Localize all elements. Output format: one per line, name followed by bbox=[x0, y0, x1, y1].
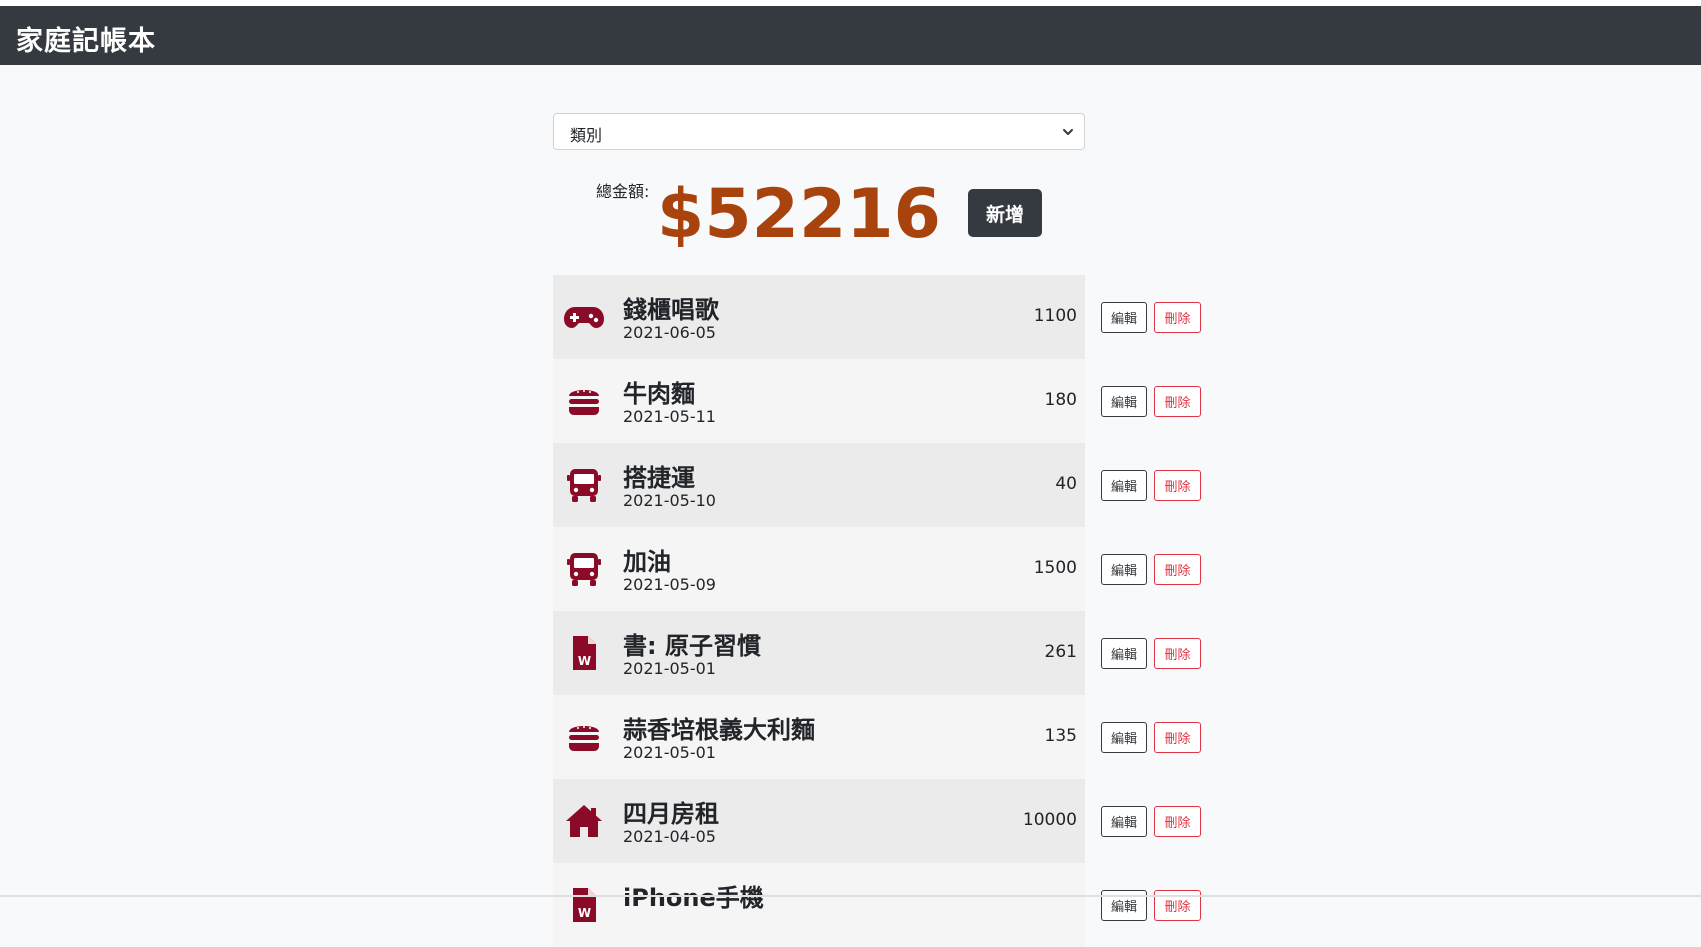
delete-button[interactable]: 刪除 bbox=[1154, 722, 1201, 753]
delete-button[interactable]: 刪除 bbox=[1154, 638, 1201, 669]
record-card: 加油 2021-05-09 1500 bbox=[553, 527, 1085, 611]
record-card: 四月房租 2021-04-05 10000 bbox=[553, 779, 1085, 863]
category-select[interactable]: 類別 bbox=[553, 113, 1085, 150]
gamepad-icon bbox=[563, 297, 605, 337]
home-icon bbox=[563, 801, 605, 841]
record-card: WiPhone手機 bbox=[553, 863, 1085, 947]
record-title: 加油 bbox=[623, 548, 671, 576]
record-date: 2021-05-01 bbox=[623, 743, 716, 762]
record-list: 錢櫃唱歌 2021-06-05 1100 編輯 刪除 牛肉麵 2021-05-11 180 編輯… bbox=[553, 275, 1253, 947]
record-date: 2021-05-09 bbox=[623, 575, 716, 594]
record-card: W 書: 原子習慣 2021-05-01 261 bbox=[553, 611, 1085, 695]
record-row: W 書: 原子習慣 2021-05-01 261 編輯 刪除 bbox=[553, 611, 1253, 695]
record-amount: 40 bbox=[1055, 474, 1077, 494]
delete-button[interactable]: 刪除 bbox=[1154, 806, 1201, 837]
record-row: 牛肉麵 2021-05-11 180 編輯 刪除 bbox=[553, 359, 1253, 443]
edit-button[interactable]: 編輯 bbox=[1101, 302, 1147, 333]
record-row: WiPhone手機 編輯 刪除 bbox=[553, 863, 1253, 947]
category-select-value: 類別 bbox=[570, 126, 603, 145]
bus-icon bbox=[563, 549, 605, 589]
record-amount: 10000 bbox=[1022, 810, 1077, 830]
total-label: 總金額: bbox=[596, 182, 650, 201]
record-date: 2021-04-05 bbox=[623, 827, 716, 846]
record-date: 2021-06-05 bbox=[623, 323, 716, 342]
record-title: 蒜香培根義大利麵 bbox=[623, 716, 815, 744]
word-file-icon: W bbox=[563, 633, 605, 673]
record-title: 搭捷運 bbox=[623, 464, 695, 492]
bus-icon bbox=[563, 465, 605, 505]
edit-button[interactable]: 編輯 bbox=[1101, 806, 1147, 837]
hamburger-icon bbox=[563, 381, 605, 421]
total-amount: $52216 bbox=[657, 175, 941, 254]
delete-button[interactable]: 刪除 bbox=[1154, 302, 1201, 333]
svg-text:W: W bbox=[578, 906, 591, 920]
record-row: 加油 2021-05-09 1500 編輯 刪除 bbox=[553, 527, 1253, 611]
record-date: 2021-05-10 bbox=[623, 491, 716, 510]
record-row: 蒜香培根義大利麵 2021-05-01 135 編輯 刪除 bbox=[553, 695, 1253, 779]
navbar: 家庭記帳本 bbox=[0, 6, 1701, 65]
record-amount: 180 bbox=[1044, 390, 1077, 410]
app-title[interactable]: 家庭記帳本 bbox=[16, 19, 156, 58]
record-date: 2021-05-01 bbox=[623, 659, 716, 678]
record-row: 搭捷運 2021-05-10 40 編輯 刪除 bbox=[553, 443, 1253, 527]
record-title: 牛肉麵 bbox=[623, 380, 695, 408]
record-title: 錢櫃唱歌 bbox=[623, 296, 719, 324]
edit-button[interactable]: 編輯 bbox=[1101, 554, 1147, 585]
delete-button[interactable]: 刪除 bbox=[1154, 554, 1201, 585]
edit-button[interactable]: 編輯 bbox=[1101, 638, 1147, 669]
chevron-down-icon bbox=[1063, 129, 1073, 135]
delete-button[interactable]: 刪除 bbox=[1154, 470, 1201, 501]
delete-button[interactable]: 刪除 bbox=[1154, 386, 1201, 417]
record-row: 錢櫃唱歌 2021-06-05 1100 編輯 刪除 bbox=[553, 275, 1253, 359]
record-title: 四月房租 bbox=[623, 800, 719, 828]
word-file-icon: W bbox=[563, 885, 605, 925]
hamburger-icon bbox=[563, 717, 605, 757]
record-card: 搭捷運 2021-05-10 40 bbox=[553, 443, 1085, 527]
record-date: 2021-05-11 bbox=[623, 407, 716, 426]
record-amount: 1500 bbox=[1033, 558, 1077, 578]
add-record-button[interactable]: 新增 bbox=[968, 189, 1042, 237]
record-card: 牛肉麵 2021-05-11 180 bbox=[553, 359, 1085, 443]
record-card: 錢櫃唱歌 2021-06-05 1100 bbox=[553, 275, 1085, 359]
record-amount: 135 bbox=[1044, 726, 1077, 746]
record-row: 四月房租 2021-04-05 10000 編輯 刪除 bbox=[553, 779, 1253, 863]
record-amount: 1100 bbox=[1033, 306, 1077, 326]
svg-text:W: W bbox=[578, 654, 591, 668]
edit-button[interactable]: 編輯 bbox=[1101, 386, 1147, 417]
record-title: 書: 原子習慣 bbox=[623, 632, 761, 660]
record-card: 蒜香培根義大利麵 2021-05-01 135 bbox=[553, 695, 1085, 779]
edit-button[interactable]: 編輯 bbox=[1101, 470, 1147, 501]
edit-button[interactable]: 編輯 bbox=[1101, 722, 1147, 753]
record-amount: 261 bbox=[1044, 642, 1077, 662]
